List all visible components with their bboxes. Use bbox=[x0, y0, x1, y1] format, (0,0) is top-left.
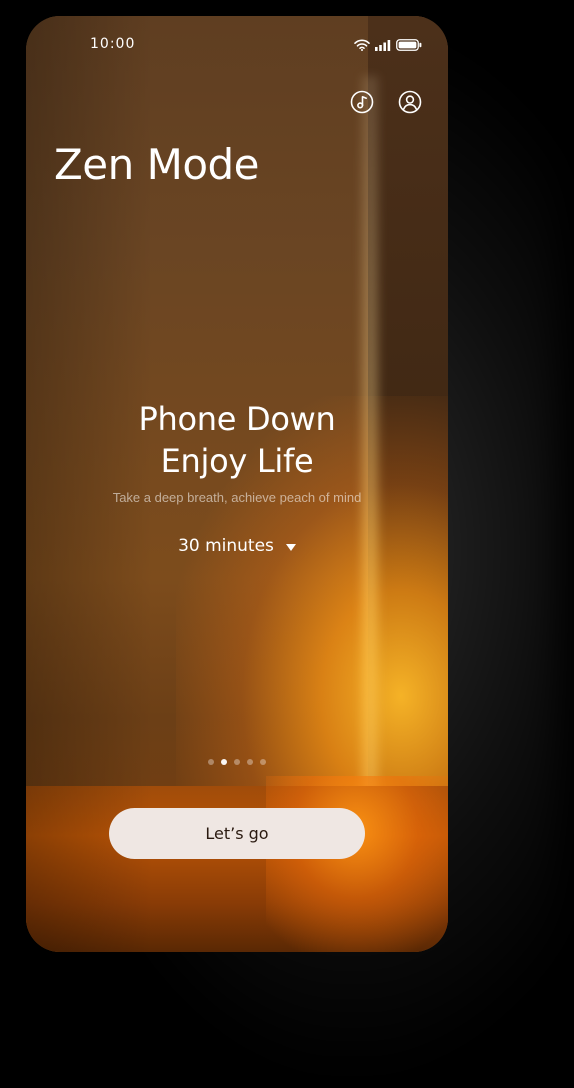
status-bar: 10:00 bbox=[26, 16, 448, 74]
signal-icon bbox=[375, 38, 391, 56]
battery-icon bbox=[396, 38, 422, 56]
status-time: 10:00 bbox=[90, 36, 136, 52]
page-dot[interactable] bbox=[260, 759, 266, 765]
page-dot[interactable] bbox=[234, 759, 240, 765]
headline: Phone Down Enjoy Life bbox=[26, 398, 448, 482]
page-title: Zen Mode bbox=[54, 140, 260, 189]
stage: 10:00 Zen Mode Phone Down Enjoy Life Tak… bbox=[0, 0, 574, 1088]
caret-down-icon bbox=[285, 543, 296, 551]
page-dot[interactable] bbox=[208, 759, 214, 765]
headline-line-1: Phone Down bbox=[138, 400, 336, 438]
headline-line-2: Enjoy Life bbox=[160, 442, 314, 480]
page-dot[interactable] bbox=[247, 759, 253, 765]
duration-selector[interactable]: 30 minutes bbox=[26, 536, 448, 556]
top-actions bbox=[350, 90, 422, 114]
music-note-icon[interactable] bbox=[350, 90, 374, 114]
page-indicator bbox=[26, 759, 448, 765]
phone-screen: 10:00 Zen Mode Phone Down Enjoy Life Tak… bbox=[26, 16, 448, 952]
page-dot[interactable] bbox=[221, 759, 227, 765]
lets-go-button[interactable]: Let’s go bbox=[109, 808, 365, 859]
status-icons bbox=[354, 38, 422, 56]
subtitle: Take a deep breath, achieve peach of min… bbox=[112, 490, 362, 505]
duration-value: 30 minutes bbox=[178, 536, 274, 556]
wifi-icon bbox=[354, 38, 370, 56]
user-profile-icon[interactable] bbox=[398, 90, 422, 114]
